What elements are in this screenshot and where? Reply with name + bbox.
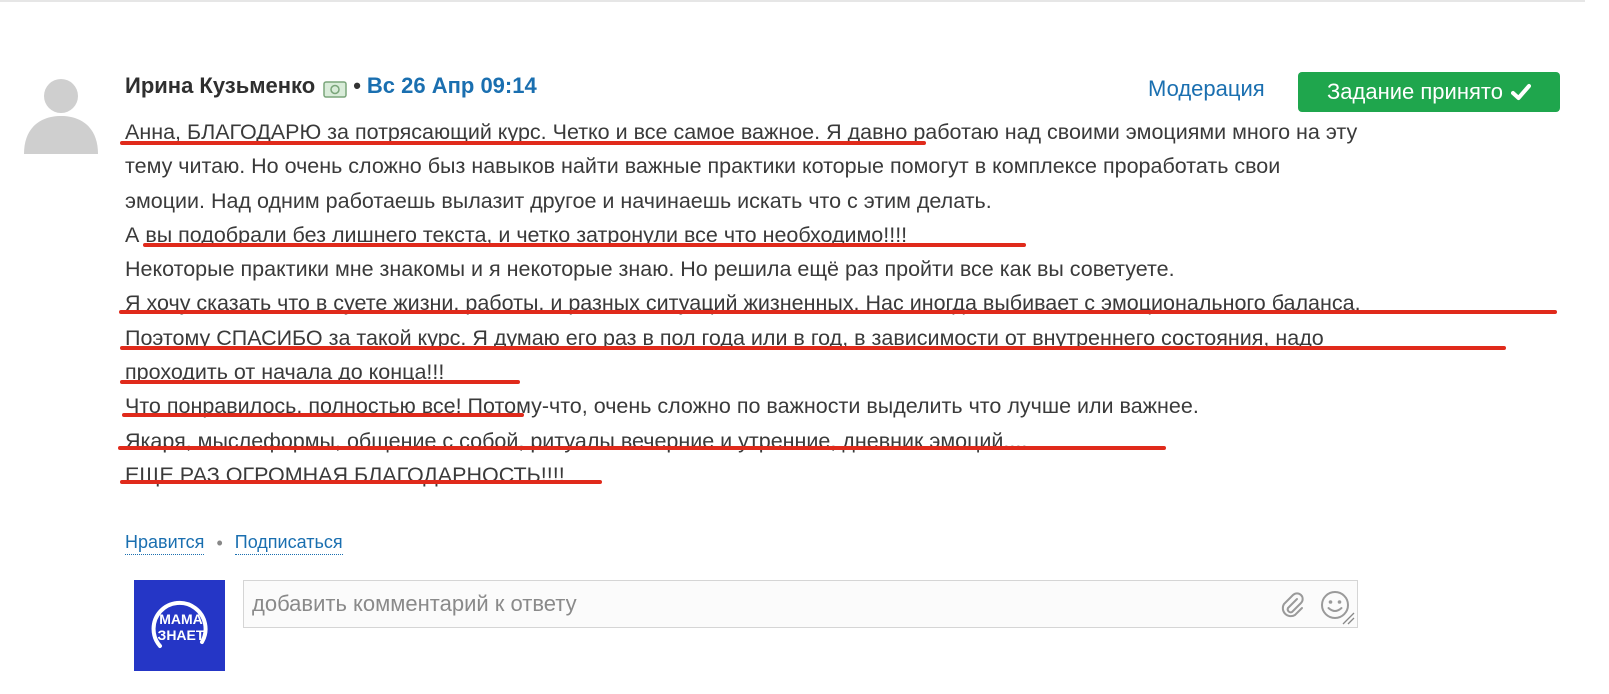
resize-handle-icon[interactable] bbox=[1341, 611, 1355, 625]
header-separator: • bbox=[353, 73, 361, 98]
text-line: Я хочу сказать что в суете жизни, работы… bbox=[125, 291, 1361, 316]
answer-text: Анна, БЛАГОДАРЮ за потрясающий курс. Чет… bbox=[125, 115, 1565, 492]
text-line: Некоторые практики мне знакомы и я некот… bbox=[125, 257, 1175, 282]
comment-input[interactable] bbox=[244, 581, 1224, 627]
post-header: Ирина Кузьменко • Вс 26 Апр 09:14 bbox=[125, 71, 537, 101]
task-accepted-button[interactable]: Задание принято bbox=[1298, 72, 1560, 112]
subscribe-link[interactable]: Подписаться bbox=[234, 532, 343, 555]
text-line: тему читаю. Но очень сложно быз навыков … bbox=[125, 154, 1281, 179]
user-avatar-icon[interactable] bbox=[20, 72, 102, 154]
text-line: ЕЩЕ РАЗ ОГРОМНАЯ БЛАГОДАРНОСТЬ!!!! bbox=[125, 462, 565, 487]
highlight-underline bbox=[119, 310, 1557, 314]
text-line: Якаря, мыслеформы, общение с собой, риту… bbox=[125, 428, 1028, 453]
text-line: А вы подобрали без лишнего текста, и чет… bbox=[125, 222, 908, 247]
highlight-underline bbox=[143, 243, 1026, 247]
brand-logo: МАМА ЗНАЕТ bbox=[134, 580, 225, 671]
comment-box bbox=[243, 580, 1358, 628]
highlight-underline bbox=[120, 480, 602, 484]
highlight-underline bbox=[122, 413, 524, 417]
moderation-link[interactable]: Модерация bbox=[1148, 76, 1265, 102]
post-actions: Нравится • Подписаться bbox=[125, 532, 343, 555]
text-line: эмоции. Над одним работаешь вылазит друг… bbox=[125, 188, 992, 213]
highlight-underline bbox=[120, 141, 926, 145]
highlight-underline bbox=[120, 380, 520, 384]
like-link[interactable]: Нравится bbox=[125, 532, 205, 555]
check-icon bbox=[1510, 84, 1531, 100]
post-date[interactable]: Вс 26 Апр 09:14 bbox=[367, 73, 537, 99]
text-line: Что понравилось, полностью все! Потому-ч… bbox=[125, 394, 1199, 419]
logo-text-bottom: ЗНАЕТ bbox=[157, 627, 204, 643]
top-divider bbox=[0, 0, 1585, 2]
paperclip-icon[interactable] bbox=[1278, 591, 1306, 619]
highlight-underline bbox=[118, 446, 1166, 450]
money-icon bbox=[323, 78, 347, 98]
task-accepted-label: Задание принято bbox=[1327, 79, 1503, 104]
logo-text-top: МАМА bbox=[159, 611, 203, 627]
actions-separator: • bbox=[216, 533, 223, 553]
text-line: проходить от начала до конца!!! bbox=[125, 360, 445, 385]
author-name[interactable]: Ирина Кузьменко bbox=[125, 73, 315, 99]
highlight-underline bbox=[120, 346, 1506, 350]
